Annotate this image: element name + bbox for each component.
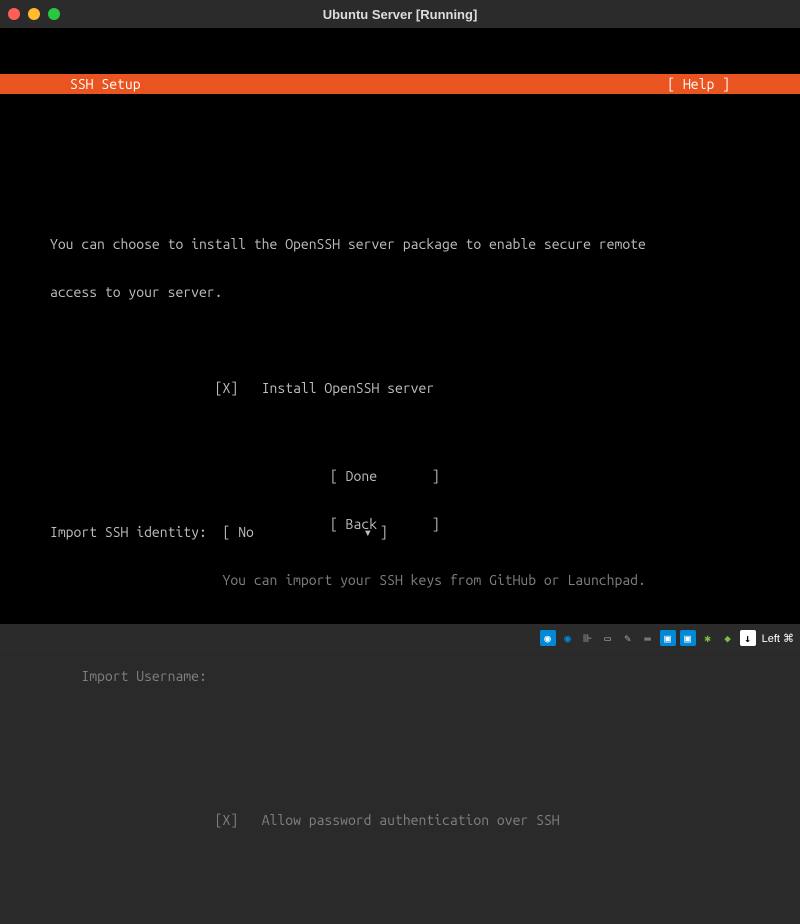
- allow-password-checkbox[interactable]: [X]: [215, 812, 239, 828]
- traffic-lights: [8, 8, 60, 20]
- installer-header: SSH Setup [ Help ]: [0, 74, 800, 94]
- install-openssh-checkbox[interactable]: [X]: [215, 380, 239, 396]
- allow-password-label: Allow password authentication over SSH: [262, 812, 560, 828]
- import-username-label: Import Username:: [81, 668, 206, 684]
- intro-line1: You can choose to install the OpenSSH se…: [50, 236, 750, 252]
- window-titlebar: Ubuntu Server [Running]: [0, 0, 800, 28]
- back-button[interactable]: [ Back ]: [330, 516, 440, 532]
- intro-line2: access to your server.: [50, 284, 750, 300]
- allow-password-row: [X] Allow password authentication over S…: [50, 812, 750, 828]
- help-button[interactable]: [ Help ]: [667, 76, 730, 92]
- done-button[interactable]: [ Done ]: [330, 468, 440, 484]
- import-username-row: Import Username:: [50, 668, 750, 684]
- page-title: SSH Setup: [70, 76, 141, 92]
- install-openssh-label: Install OpenSSH server: [262, 380, 434, 396]
- maximize-window-button[interactable]: [48, 8, 60, 20]
- window-title: Ubuntu Server [Running]: [323, 7, 478, 22]
- action-buttons: [ Done ] [ Back ]: [0, 436, 800, 564]
- vm-screen: SSH Setup [ Help ] You can choose to ins…: [0, 28, 800, 624]
- import-identity-hint: You can import your SSH keys from GitHub…: [50, 572, 750, 588]
- close-window-button[interactable]: [8, 8, 20, 20]
- minimize-window-button[interactable]: [28, 8, 40, 20]
- install-openssh-row: [X] Install OpenSSH server: [50, 380, 750, 396]
